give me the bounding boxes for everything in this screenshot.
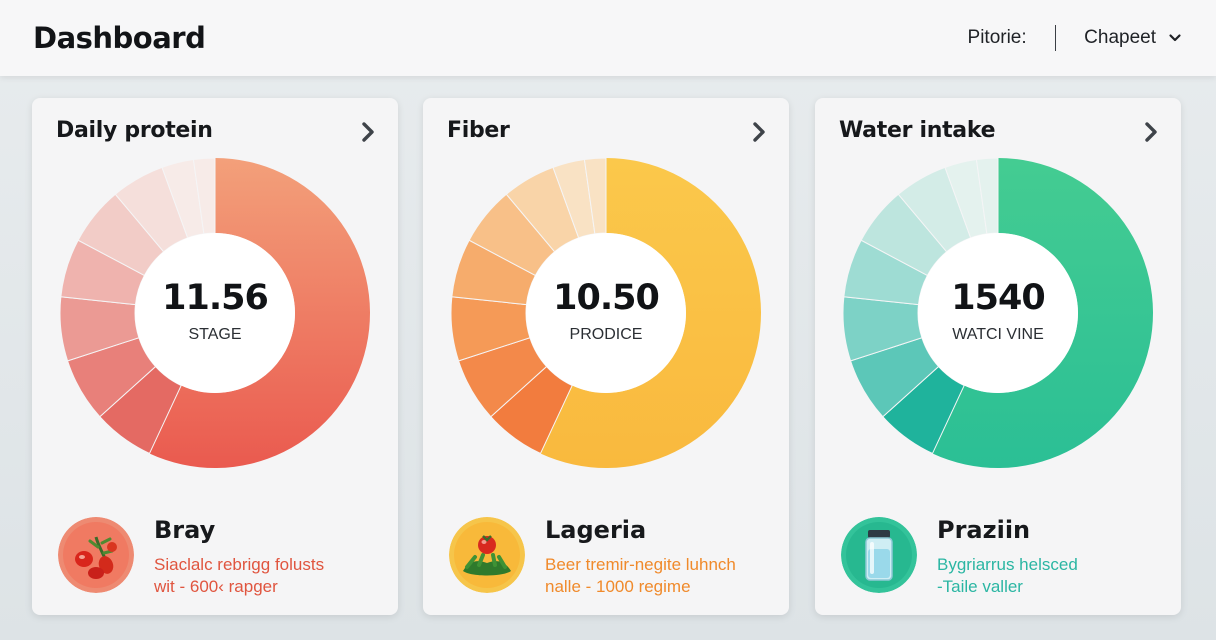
item-name: Lageria	[545, 516, 647, 544]
tomato-icon	[58, 517, 134, 593]
center-value: 10.50	[553, 278, 660, 318]
chevron-down-icon	[1169, 34, 1181, 42]
header-controls: Pitorie: Chapeet	[968, 25, 1182, 51]
item-description: Siaclalc rebrigg folusts wit - 600‹ rapg…	[154, 554, 390, 598]
item-description: Bygriarrus helsced -Taile valler	[937, 554, 1173, 598]
card-fiber[interactable]: Fiber 10.50 PRODICE Lageria Beer tremir-…	[423, 98, 789, 615]
item-desc-line: Siaclalc rebrigg folusts	[154, 555, 325, 574]
period-select-value: Chapeet	[1084, 27, 1156, 48]
item-desc-line: Beer tremir-negite luhnch	[545, 555, 736, 574]
item-desc-line: nalle - 1000 regime	[545, 577, 691, 596]
item-desc-line: Bygriarrus helsced	[937, 555, 1078, 574]
chevron-right-icon[interactable]	[749, 120, 769, 144]
card-daily-protein[interactable]: Daily protein 11.56 STAGE Bray Siaclalc …	[32, 98, 398, 615]
card-title: Daily protein	[56, 118, 213, 143]
top-bar: Dashboard Pitorie: Chapeet	[0, 0, 1216, 76]
chevron-right-icon[interactable]	[1141, 120, 1161, 144]
vegetable-icon	[449, 517, 525, 593]
card-water-intake[interactable]: Water intake 1540 WATCI VINE Praziin Byg…	[815, 98, 1181, 615]
item-desc-line: wit - 600‹ rapger	[154, 577, 278, 596]
item-description: Beer tremir-negite luhnch nalle - 1000 r…	[545, 554, 781, 598]
item-desc-line: -Taile valler	[937, 577, 1023, 596]
page-title: Dashboard	[33, 21, 206, 55]
center-value: 11.56	[162, 278, 269, 318]
item-name: Praziin	[937, 516, 1031, 544]
center-value: 1540	[951, 278, 1045, 318]
center-label: PRODICE	[569, 326, 643, 343]
center-label: STAGE	[188, 326, 242, 343]
chevron-right-icon[interactable]	[358, 120, 378, 144]
item-name: Bray	[154, 516, 216, 544]
header-divider	[1054, 25, 1057, 51]
card-title: Water intake	[839, 118, 996, 143]
water-bottle-icon	[841, 517, 917, 593]
center-label: WATCI VINE	[952, 326, 1044, 343]
period-select[interactable]: Chapeet	[1084, 27, 1182, 49]
filter-label: Pitorie:	[967, 27, 1027, 48]
card-title: Fiber	[447, 118, 510, 143]
